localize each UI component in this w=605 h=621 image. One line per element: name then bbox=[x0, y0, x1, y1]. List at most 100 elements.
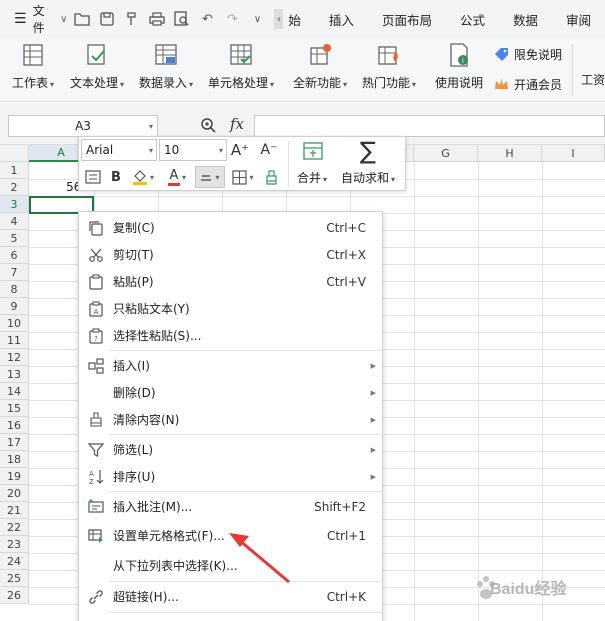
row-header[interactable]: 25 bbox=[0, 570, 29, 587]
row-header[interactable]: 13 bbox=[0, 366, 29, 383]
gridline bbox=[542, 162, 543, 621]
tab-formulas[interactable]: 公式 bbox=[446, 10, 499, 29]
menu-item-paste-special[interactable]: ? 选择性粘贴(S)... bbox=[79, 322, 384, 349]
menu-item-insert[interactable]: 插入(I) ▶ bbox=[79, 352, 384, 379]
menu-item-insert-comment[interactable]: 插入批注(M)... Shift+F2 bbox=[79, 493, 384, 520]
row-header[interactable]: 14 bbox=[0, 383, 29, 400]
menu-item-filter[interactable]: 筛选(L) ▶ bbox=[79, 436, 384, 463]
font-size-select[interactable]: 10 ▾ bbox=[159, 139, 227, 161]
menu-item-clear-contents[interactable]: 清除内容(N) ▶ bbox=[79, 406, 384, 433]
font-name-select[interactable]: Arial ▾ bbox=[81, 139, 157, 161]
vip-button[interactable]: 开通会员 bbox=[494, 76, 562, 93]
menu-item-paste[interactable]: 粘贴(P) Ctrl+V bbox=[79, 268, 384, 295]
redo-icon[interactable]: ↷ bbox=[221, 8, 243, 30]
print-preview-icon[interactable] bbox=[171, 8, 193, 30]
row-header[interactable]: 22 bbox=[0, 519, 29, 536]
chevron-down-icon: ▾ bbox=[149, 172, 154, 182]
data-entry-button[interactable]: 数据录入 ▾ bbox=[139, 42, 193, 91]
row-header[interactable]: 26 bbox=[0, 587, 29, 604]
svg-text:Z: Z bbox=[89, 478, 94, 485]
payroll-button[interactable]: 工资 bbox=[581, 71, 605, 88]
text-processing-button[interactable]: 文本处理 ▾ bbox=[70, 42, 124, 91]
row-header[interactable]: 19 bbox=[0, 468, 29, 485]
open-folder-icon[interactable] bbox=[71, 8, 93, 30]
row-header[interactable]: 24 bbox=[0, 553, 29, 570]
select-all-corner[interactable] bbox=[0, 145, 29, 162]
row-header[interactable]: 7 bbox=[0, 264, 29, 281]
row-header[interactable]: 18 bbox=[0, 451, 29, 468]
merge-icon[interactable] bbox=[301, 139, 325, 163]
clear-format-button[interactable] bbox=[260, 167, 282, 187]
merge-button[interactable]: 合并 ▾ bbox=[297, 169, 327, 186]
row-header[interactable]: 23 bbox=[0, 536, 29, 553]
file-menu-label: 文件 bbox=[32, 4, 45, 35]
format-painter-icon[interactable] bbox=[121, 8, 143, 30]
tab-review[interactable]: 审阅 bbox=[552, 10, 605, 29]
row-header[interactable]: 9 bbox=[0, 298, 29, 315]
file-menu[interactable]: ☰ 文件 ∨ bbox=[0, 2, 67, 36]
row-header[interactable]: 6 bbox=[0, 247, 29, 264]
usage-guide-button[interactable]: i 使用说明 bbox=[435, 42, 483, 91]
menu-item-copy[interactable]: 复制(C) Ctrl+C bbox=[79, 214, 384, 241]
row-header[interactable]: 5 bbox=[0, 230, 29, 247]
submenu-arrow-icon: ▶ bbox=[370, 415, 376, 424]
menu-item-label: 清除内容(N) bbox=[113, 413, 180, 427]
cell-reference: A3 bbox=[75, 119, 91, 133]
borders-button[interactable]: ▾ bbox=[229, 167, 257, 187]
row-header[interactable]: 17 bbox=[0, 434, 29, 451]
row-header[interactable]: 2 bbox=[0, 179, 29, 196]
fill-color-button[interactable]: ▾ bbox=[129, 167, 157, 187]
cell-processing-button[interactable]: 单元格处理 ▾ bbox=[208, 42, 274, 91]
undo-icon[interactable]: ↶ bbox=[196, 8, 218, 30]
menu-item-paste-text-only[interactable]: A 只粘贴文本(Y) bbox=[79, 295, 384, 322]
row-header[interactable]: 8 bbox=[0, 281, 29, 298]
gridline bbox=[29, 196, 605, 197]
align-center-icon bbox=[201, 175, 212, 181]
row-header[interactable]: 4 bbox=[0, 213, 29, 230]
row-header[interactable]: 1 bbox=[0, 162, 29, 179]
tab-page-layout[interactable]: 页面布局 bbox=[368, 10, 446, 29]
cell-format-button[interactable] bbox=[83, 167, 103, 187]
menu-item-sort[interactable]: AZ 排序(U) ▶ bbox=[79, 463, 384, 490]
column-header[interactable]: H bbox=[478, 145, 542, 162]
chevron-down-icon: ▾ bbox=[148, 121, 153, 131]
popular-features-button[interactable]: 热门功能 ▾ bbox=[362, 42, 416, 91]
row-header[interactable]: 12 bbox=[0, 349, 29, 366]
borders-icon bbox=[232, 169, 248, 185]
save-icon[interactable] bbox=[96, 8, 118, 30]
menu-item-delete[interactable]: 删除(D) ▶ bbox=[79, 379, 384, 406]
name-box[interactable]: A3 ▾ bbox=[8, 115, 158, 137]
new-features-button[interactable]: 全新功能 ▾ bbox=[293, 42, 347, 91]
formula-input[interactable] bbox=[254, 115, 605, 137]
column-header[interactable]: G bbox=[414, 145, 478, 162]
row-header[interactable]: 16 bbox=[0, 417, 29, 434]
row-header[interactable]: 3 bbox=[0, 196, 29, 213]
tabs-scroll-left-icon[interactable]: ‹ bbox=[274, 9, 284, 29]
row-header[interactable]: 11 bbox=[0, 332, 29, 349]
font-color-button[interactable]: A ▾ bbox=[163, 167, 191, 187]
new-features-icon bbox=[310, 44, 332, 65]
menu-item-cut[interactable]: 剪切(T) Ctrl+X bbox=[79, 241, 384, 268]
autosum-button[interactable]: 自动求和 ▾ bbox=[341, 169, 395, 186]
chevron-down-icon[interactable]: ∨ bbox=[246, 8, 268, 30]
worksheet-button[interactable]: 工作表 ▾ bbox=[12, 42, 54, 91]
row-header[interactable]: 10 bbox=[0, 315, 29, 332]
row-header[interactable]: 15 bbox=[0, 400, 29, 417]
bold-button[interactable]: B bbox=[106, 167, 126, 187]
tab-data[interactable]: 数据 bbox=[499, 10, 552, 29]
increase-font-size-button[interactable]: A⁺ bbox=[230, 140, 250, 160]
zoom-search-icon[interactable] bbox=[200, 117, 216, 137]
function-icon[interactable]: fx bbox=[230, 115, 244, 133]
tab-insert[interactable]: 插入 bbox=[315, 10, 368, 29]
link-icon bbox=[89, 589, 103, 604]
decrease-font-size-button[interactable]: A⁻ bbox=[259, 140, 279, 160]
column-header[interactable]: I bbox=[542, 145, 605, 162]
tab-start[interactable]: 始 bbox=[285, 10, 315, 29]
sum-icon[interactable]: ∑ bbox=[355, 137, 381, 165]
row-header[interactable]: 21 bbox=[0, 502, 29, 519]
free-info-button[interactable]: 限免说明 bbox=[494, 46, 562, 63]
print-icon[interactable] bbox=[146, 8, 168, 30]
align-center-button[interactable]: ▾ bbox=[195, 166, 225, 188]
row-header[interactable]: 20 bbox=[0, 485, 29, 502]
submenu-arrow-icon: ▶ bbox=[370, 388, 376, 397]
